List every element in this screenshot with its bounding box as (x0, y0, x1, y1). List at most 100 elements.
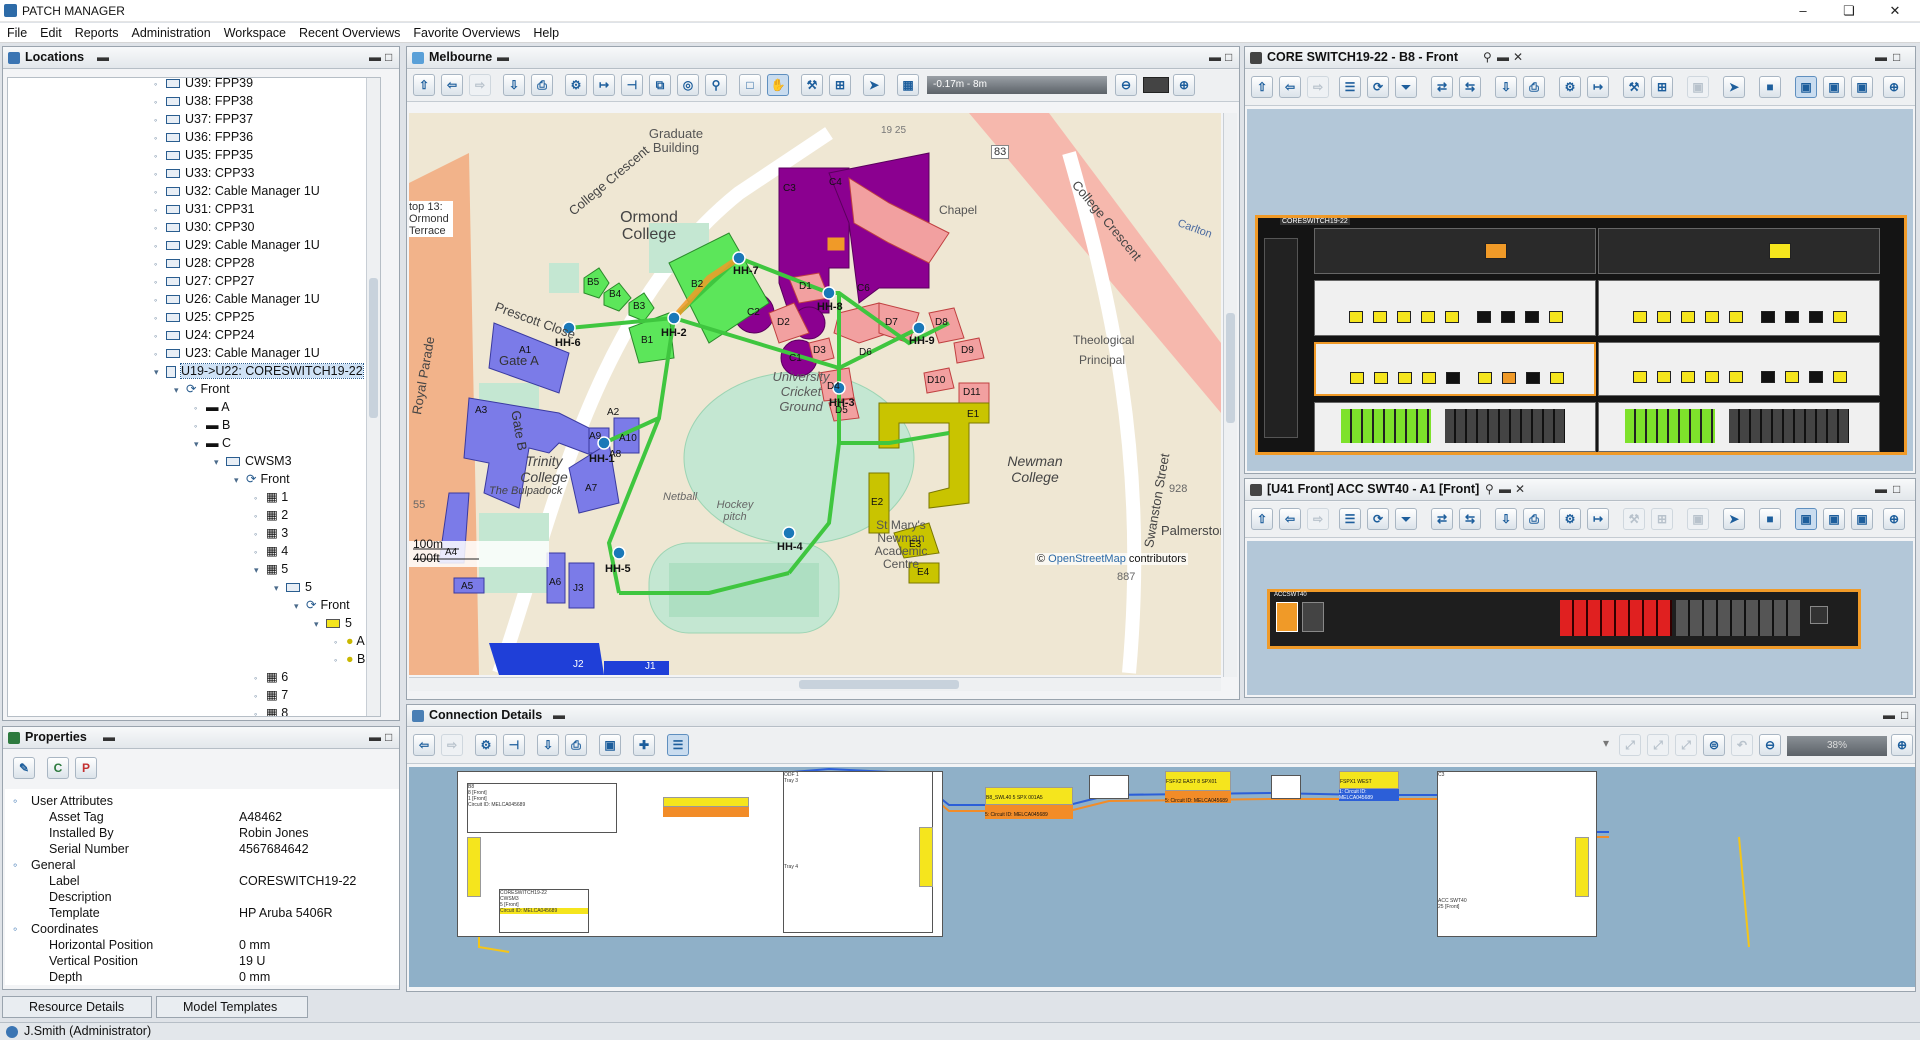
panel-maximize-icon[interactable]: □ (385, 727, 392, 748)
side-view-icon[interactable]: ▣ (1851, 508, 1873, 530)
settings-icon[interactable]: ⚙ (475, 734, 497, 756)
add-icon[interactable]: ✚ (633, 734, 655, 756)
menu-administration[interactable]: Administration (124, 23, 216, 40)
port-block[interactable] (1445, 409, 1565, 443)
port[interactable] (1681, 371, 1695, 383)
settings-icon[interactable]: ⚙ (565, 74, 587, 96)
device-box-coreswitch[interactable]: CORESWITCH19-22 CWSM3 5 [Front] Circuit ID:… (499, 889, 589, 933)
forward-icon[interactable]: ⇨ (1307, 508, 1329, 530)
close-tab-icon[interactable]: ✕ (1513, 47, 1523, 68)
scrollbar-thumb[interactable] (1226, 313, 1235, 423)
cable-label-yellow[interactable]: FSPX1 WEST (1339, 771, 1399, 789)
back-icon[interactable]: ⇦ (1279, 508, 1301, 530)
tree-item[interactable]: 2 (281, 508, 288, 522)
expand-icon[interactable]: ◦ (154, 291, 162, 309)
node-label[interactable]: HH-4 (777, 541, 803, 553)
building-label[interactable]: C2 (747, 307, 760, 318)
building-label[interactable]: C4 (829, 177, 842, 188)
expand-icon[interactable]: ◦ (334, 651, 342, 669)
panel-maximize-icon[interactable]: □ (1893, 479, 1900, 500)
disconnect-icon[interactable]: ⇆ (1459, 508, 1481, 530)
tree-item[interactable]: A (356, 634, 364, 648)
3d-view-icon[interactable]: ■ (1759, 76, 1781, 98)
console-port[interactable] (1810, 606, 1828, 624)
menu-file[interactable]: File (0, 23, 33, 40)
line-card-b3[interactable] (1598, 342, 1880, 396)
building-label[interactable]: E2 (871, 497, 883, 508)
up-icon[interactable]: ⇧ (413, 74, 435, 96)
cable-label-yellow[interactable]: B8_SWL40 5 SPX 001A5 (985, 787, 1073, 805)
panel-menu-icon[interactable]: ▬ (497, 47, 509, 68)
3d-view-icon[interactable]: ■ (1759, 508, 1781, 530)
cable-label-yellow[interactable] (467, 837, 481, 897)
core-switch-canvas[interactable]: CORESWITCH19-22 (1247, 109, 1913, 471)
zoom-out-icon[interactable]: ⊖ (1115, 74, 1137, 96)
collapse-icon[interactable]: ▾ (274, 579, 282, 597)
expand-icon[interactable]: ◦ (13, 921, 17, 937)
panel-maximize-icon[interactable]: □ (385, 47, 392, 68)
tree-item[interactable]: U38: FPP38 (185, 94, 253, 108)
front-view-icon[interactable]: ▣ (1795, 508, 1817, 530)
zoom-range-slider[interactable]: -0.17m - 8m (927, 76, 1107, 94)
map-v-scrollbar[interactable] (1223, 113, 1237, 677)
tree-item[interactable]: 4 (281, 544, 288, 558)
line-card-a1[interactable] (1314, 228, 1596, 274)
node-label[interactable]: HH-2 (661, 327, 687, 339)
cable-label-orange[interactable]: 5: Circuit ID: MELCA045689 (985, 805, 1073, 819)
port-block-green[interactable] (1625, 409, 1715, 443)
split-icon[interactable]: ⊣ (503, 734, 525, 756)
menu-recent-overviews[interactable]: Recent Overviews (292, 23, 406, 40)
tree-item[interactable]: A (221, 400, 229, 414)
acc-switch-canvas[interactable]: ACCSWT40 (1247, 541, 1913, 695)
route-icon[interactable]: ↦ (1587, 508, 1609, 530)
connect-icon[interactable]: ⇄ (1431, 76, 1453, 98)
node-label[interactable]: HH-7 (733, 265, 759, 277)
cable-label-yellow[interactable] (919, 827, 933, 887)
crop-icon[interactable]: ⊞ (1651, 508, 1673, 530)
port-selected[interactable] (1502, 372, 1516, 384)
node-label[interactable]: HH-6 (555, 337, 581, 349)
tree-item[interactable]: 8 (281, 706, 288, 716)
building-label[interactable]: C3 (783, 183, 796, 194)
expand-icon[interactable]: ◦ (154, 183, 162, 201)
tree-item[interactable]: U32: Cable Manager 1U (185, 184, 320, 198)
expand-icon[interactable]: ◦ (154, 255, 162, 273)
building-label[interactable]: D9 (961, 345, 974, 356)
tab-resource-details[interactable]: Resource Details (2, 996, 152, 1018)
settings-icon[interactable]: ⚙ (1559, 76, 1581, 98)
expand-icon[interactable]: ◦ (154, 219, 162, 237)
tree-item-selected[interactable]: U19->U22: CORESWITCH19-22 (180, 363, 364, 379)
building-label[interactable]: J3 (573, 583, 584, 594)
device-box-b8[interactable]: B8 8 [Front] 1 [Front] Circuit ID: MELCA045… (467, 783, 617, 833)
panel-minimize-icon[interactable]: ▬ (1875, 479, 1887, 500)
port[interactable] (1477, 311, 1491, 323)
rear-view-icon[interactable]: ▣ (1823, 76, 1845, 98)
port[interactable] (1525, 311, 1539, 323)
connection-diagram[interactable]: B8 8 [Front] 1 [Front] Circuit ID: MELCA045… (409, 767, 1915, 987)
device-box-c3[interactable]: C3 ACC SWT40 25 [Front] (1437, 771, 1597, 937)
port[interactable] (1809, 311, 1823, 323)
building-label[interactable]: J1 (645, 661, 656, 672)
cable-label-blue[interactable]: 1: Circuit ID: MELCA045689 (1339, 789, 1399, 801)
panel-menu-icon[interactable]: ▬ (1499, 479, 1511, 500)
tree-item[interactable]: B (222, 418, 230, 432)
undo-zoom-icon[interactable]: ↶ (1731, 734, 1753, 756)
disconnect-icon[interactable]: ⇆ (1459, 76, 1481, 98)
zoom-in-icon[interactable]: ⊕ (1883, 76, 1905, 98)
prop-value[interactable]: CORESWITCH19-22 (239, 873, 356, 889)
print-icon[interactable]: ⎙ (565, 734, 587, 756)
expand-icon[interactable]: ◦ (154, 273, 162, 291)
edit-icon[interactable]: ✎ (13, 757, 35, 779)
forward-icon[interactable]: ⇨ (1307, 76, 1329, 98)
building-label[interactable]: E3 (909, 539, 921, 550)
panel-maximize-icon[interactable]: □ (1901, 705, 1908, 726)
refresh-icon[interactable]: ⟳ (1367, 76, 1389, 98)
port[interactable] (1350, 372, 1364, 384)
node-label[interactable]: HH-1 (589, 453, 615, 465)
port[interactable] (1550, 372, 1564, 384)
prop-value[interactable]: HP Aruba 5406R (239, 905, 333, 921)
prop-value[interactable]: 0 mm (239, 937, 270, 953)
building-label[interactable]: A6 (549, 577, 561, 588)
menu-edit[interactable]: Edit (33, 23, 68, 40)
expand-icon[interactable]: ◦ (154, 309, 162, 327)
